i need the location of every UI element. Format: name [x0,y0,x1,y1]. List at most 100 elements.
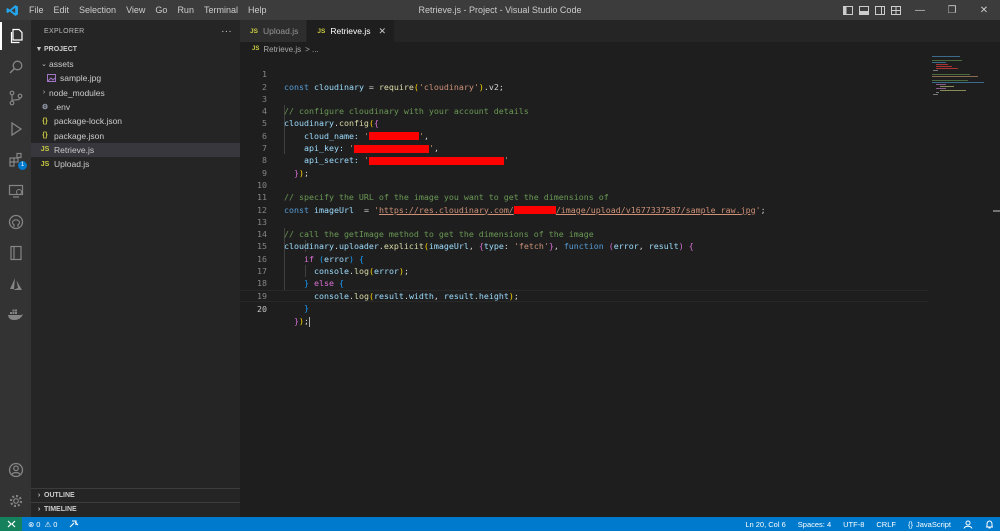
chevron-down-icon: ⌄ [41,61,47,69]
js-file-icon: JS [40,160,50,168]
tab-label: Retrieve.js [330,26,371,36]
live-share-icon[interactable] [63,520,85,528]
end-of-line[interactable]: CRLF [870,520,902,529]
encoding[interactable]: UTF-8 [837,520,870,529]
tab-retrieve-js[interactable]: JS Retrieve.js ✕ [307,20,396,42]
menu-view[interactable]: View [121,0,150,20]
chevron-down-icon: ▼ [35,46,43,53]
code-line: 17 } else { [240,253,928,288]
close-window-button[interactable]: ✕ [968,0,1000,20]
menu-selection[interactable]: Selection [74,0,121,20]
tree-item-upload-js[interactable]: JS Upload.js [31,157,240,171]
code-line: 1 const cloudinary = require('cloudinary… [240,56,928,91]
azure-icon[interactable] [0,270,31,298]
tree-item-retrieve-js[interactable]: JS Retrieve.js [31,142,240,158]
menu-run[interactable]: Run [172,0,199,20]
tab-upload-js[interactable]: JS Upload.js [240,20,308,42]
warning-icon: ⚠ [44,519,52,529]
project-section-header[interactable]: ▼ PROJECT [31,42,240,57]
toggle-secondary-sidebar-icon[interactable] [872,0,888,20]
minimize-button[interactable]: — [904,0,936,20]
chevron-right-icon: › [37,492,41,499]
breadcrumb: JS Retrieve.js > ... [240,42,319,56]
language-label: JavaScript [915,519,951,529]
js-file-icon: JS [317,27,326,35]
editor-scrollbar[interactable] [990,56,1000,517]
code-line: 19 } [240,277,928,313]
code-line: 16 console.log(error); [240,240,928,276]
code-line: 2 [240,68,928,92]
explorer-icon[interactable] [0,22,31,50]
manage-gear-icon[interactable] [0,487,31,515]
maximize-button[interactable]: ❐ [936,0,968,20]
line-number: 20 [257,303,267,314]
menu-edit[interactable]: Edit [49,0,75,20]
tree-item-package-lock-json[interactable]: {} package-lock.json [31,114,240,128]
code-line: 5 cloud_name: ' ', [240,105,928,140]
breadcrumb-file[interactable]: Retrieve.js [263,45,301,54]
customize-layout-icon[interactable] [888,0,904,20]
extensions-icon[interactable]: 1 [0,146,31,174]
tree-item-label: Retrieve.js [54,144,95,155]
indentation[interactable]: Spaces: 4 [792,520,837,529]
problems-indicator[interactable]: ⊗ 0 ⚠ 0 [22,520,63,529]
code-editor[interactable]: 1 const cloudinary = require('cloudinary… [240,56,928,517]
code-line: 10 // specify the URL of the image you w… [240,167,928,202]
outline-section-header[interactable]: › OUTLINE [31,488,240,502]
image-file-icon [45,74,57,83]
menu-file[interactable]: File [24,0,49,20]
code-line: 18 console.log(result.width, result.heig… [240,265,928,300]
timeline-section-header[interactable]: › TIMELINE [31,502,240,516]
source-control-icon[interactable] [0,84,31,112]
json-file-icon: {} [42,132,48,140]
chevron-right-icon: › [37,506,41,513]
code-line: 12 [240,191,928,215]
tree-item-env[interactable]: ⚙ .env [31,100,240,114]
code-line: 8 }); [240,142,928,177]
cursor-position[interactable]: Ln 20, Col 6 [739,520,791,529]
remote-indicator-icon[interactable] [0,517,22,531]
code-line: 15 if (error) { [240,228,928,263]
github-icon[interactable] [0,208,31,236]
docker-icon[interactable] [0,301,31,329]
tree-item-label: package.json [54,130,105,141]
code-line: 14 cloudinary.uploader.explicit(imageUrl… [240,216,928,251]
toggle-panel-icon[interactable] [856,0,872,20]
feedback-icon[interactable] [957,520,979,529]
outline-title: OUTLINE [44,492,75,499]
menu-help[interactable]: Help [243,0,272,20]
menu-go[interactable]: Go [150,0,172,20]
toggle-primary-sidebar-icon[interactable] [840,0,856,20]
js-file-icon: JS [252,46,260,52]
tree-item-package-json[interactable]: {} package.json [31,128,240,142]
notebook-icon[interactable] [0,239,31,267]
tree-item-sample-jpg[interactable]: sample.jpg [31,71,240,85]
tree-item-assets[interactable]: ⌄ assets [31,57,240,71]
explorer-header: EXPLORER ··· [31,20,240,42]
tree-item-node-modules[interactable]: › node_modules [31,86,240,100]
notifications-bell-icon[interactable] [979,519,1000,529]
accounts-icon[interactable] [0,456,31,484]
editor-tabs: JS Upload.js JS Retrieve.js ✕ [240,20,1000,42]
extensions-badge: 1 [18,161,27,170]
tree-item-label: sample.jpg [60,73,102,84]
search-icon[interactable] [0,53,31,81]
menu-terminal[interactable]: Terminal [199,0,243,20]
tree-item-label: assets [49,59,74,70]
minimap[interactable] [928,56,988,136]
close-tab-icon[interactable]: ✕ [379,26,387,37]
language-mode[interactable]: {} JavaScript [902,520,957,529]
gear-file-icon: ⚙ [41,104,49,112]
code-line-current: 20 }); [240,289,928,327]
tab-label: Upload.js [262,26,299,36]
breadcrumb-rest[interactable]: > ... [305,45,319,54]
more-actions-icon[interactable]: ··· [221,26,232,37]
chevron-right-icon: › [42,89,46,97]
run-debug-icon[interactable] [0,115,31,143]
code-line: 4 cloudinary.config({ [240,93,928,128]
code-line: 3 // configure cloudinary with your acco… [240,81,928,116]
cursor-position-marker [993,210,1000,212]
remote-explorer-icon[interactable] [0,177,31,205]
code-line: 7 api_secret: ' ' [240,130,928,165]
explorer-title: EXPLORER [44,27,85,35]
